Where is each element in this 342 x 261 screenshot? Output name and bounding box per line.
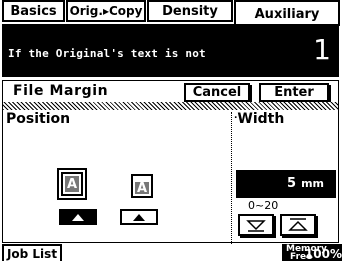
arrow-up-icon bbox=[72, 213, 84, 221]
arrow-up-icon bbox=[133, 213, 145, 221]
position-top-button[interactable] bbox=[120, 209, 158, 225]
increase-icon bbox=[288, 218, 308, 231]
position-left-button[interactable] bbox=[59, 209, 97, 225]
step-number: 1 bbox=[313, 33, 331, 66]
width-range: 0~20 bbox=[248, 199, 279, 212]
instruction-panel: If the Original's text is not in the upr… bbox=[2, 24, 339, 158]
width-increase-button[interactable] bbox=[280, 214, 316, 236]
width-label: .Width bbox=[234, 111, 285, 127]
hatched-divider bbox=[2, 102, 339, 110]
tab-density[interactable]: Density bbox=[147, 0, 233, 22]
width-value-display: 5 mm bbox=[236, 170, 336, 198]
position-label: Position bbox=[6, 111, 71, 127]
page-top-icon[interactable]: A bbox=[131, 174, 153, 198]
width-decrease-button[interactable] bbox=[238, 214, 274, 236]
enter-button[interactable]: Enter bbox=[259, 83, 329, 102]
tab-basics[interactable]: Basics bbox=[2, 0, 65, 22]
page-letter: A bbox=[135, 180, 149, 196]
memory-percent: 100% bbox=[304, 247, 342, 261]
width-label-text: Width bbox=[237, 111, 285, 127]
page-title: File Margin bbox=[13, 83, 109, 99]
column-divider bbox=[231, 112, 232, 244]
tab-orig-copy[interactable]: Orig.▸Copy bbox=[66, 0, 146, 22]
decrease-icon bbox=[246, 220, 266, 232]
instruction-line: If the Original's text is not bbox=[8, 47, 206, 60]
job-list-button[interactable]: Job List bbox=[2, 244, 62, 261]
page-left-icon: A bbox=[61, 172, 83, 196]
width-value: 5 bbox=[286, 176, 296, 191]
cancel-button[interactable]: Cancel bbox=[184, 83, 250, 102]
page-letter: A bbox=[65, 176, 79, 192]
tab-auxiliary[interactable]: Auxiliary bbox=[234, 0, 340, 26]
width-unit: mm bbox=[301, 177, 324, 190]
memory-indicator: Memory Free 100% bbox=[282, 244, 342, 261]
